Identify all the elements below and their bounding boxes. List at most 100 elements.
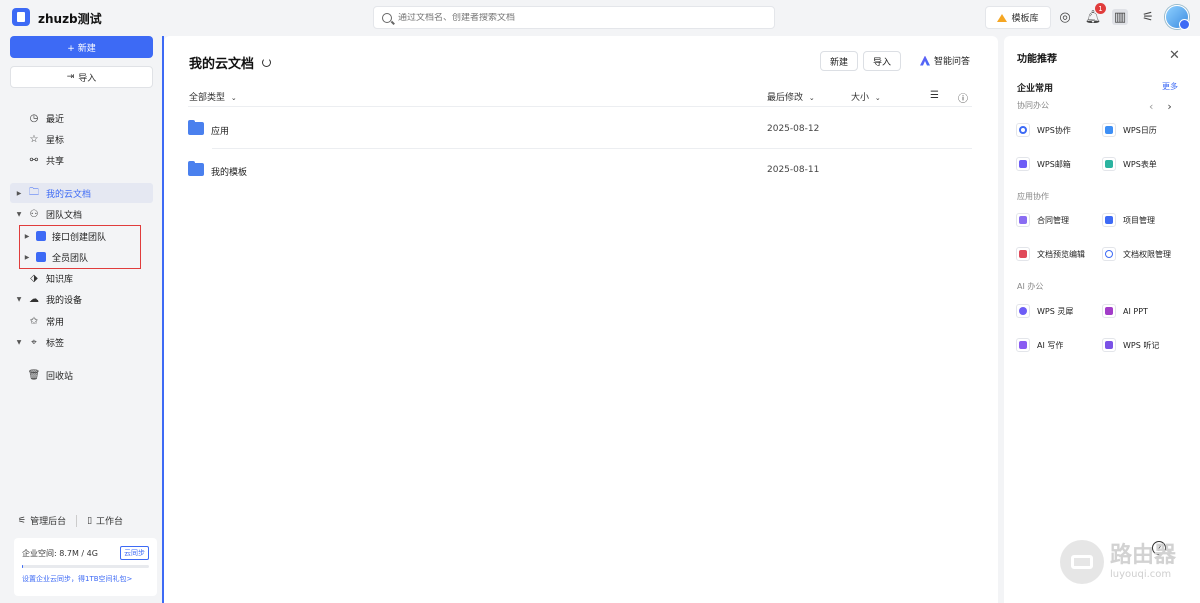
sidebar-item-frequent[interactable]: ✩ 常用 bbox=[10, 311, 153, 331]
tile-ai-writing[interactable]: AI 写作 bbox=[1014, 334, 1092, 356]
bottom-links: ⚟ 管理后台 ▯ 工作台 bbox=[18, 514, 123, 527]
view-settings-icon[interactable]: ☰ bbox=[930, 90, 939, 101]
ai-assistant-icon[interactable]: ◎ bbox=[1057, 9, 1073, 25]
ai-logo-icon bbox=[920, 55, 930, 66]
panel-toggle-icon[interactable]: ▥ bbox=[1112, 9, 1128, 25]
new-doc-button[interactable]: 新建 bbox=[820, 51, 858, 71]
page-title: 我的云文档 bbox=[189, 53, 272, 72]
storage-promo-link[interactable]: 设置企业云同步，得1TB空间礼包> bbox=[22, 574, 149, 584]
table-row[interactable]: 我的模板 2025-08-11 bbox=[188, 149, 972, 189]
sidebar-item-label: 星标 bbox=[46, 135, 65, 146]
watermark-cn: 路由器 bbox=[1110, 542, 1177, 568]
storage-text: 企业空间: 8.7M / 4G bbox=[22, 548, 98, 558]
chevron-left-icon[interactable]: ‹ bbox=[1149, 100, 1167, 113]
ai-ppt-icon bbox=[1102, 304, 1116, 318]
tile-wps-form[interactable]: WPS表单 bbox=[1100, 153, 1178, 175]
smart-qa-button[interactable]: 智能问答 bbox=[920, 54, 970, 67]
tile-wps-tingji[interactable]: WPS 听记 bbox=[1100, 334, 1178, 356]
tile-icon-swatch bbox=[1105, 160, 1113, 168]
tile-icon-swatch bbox=[1105, 216, 1113, 224]
workbench-icon: ▯ bbox=[87, 515, 93, 526]
template-library-icon bbox=[997, 13, 1008, 22]
wps-mail-icon bbox=[1016, 157, 1030, 171]
sidebar-item-tags[interactable]: ▼ ⌖ 标签 bbox=[10, 332, 153, 352]
tile-wps-mail[interactable]: WPS邮箱 bbox=[1014, 153, 1092, 175]
watermark-logo: 路由器 luyouqi.com bbox=[1060, 540, 1176, 584]
tile-contract-mgmt[interactable]: 合同管理 bbox=[1014, 209, 1092, 231]
new-button[interactable]: + 新建 bbox=[10, 36, 153, 58]
tile-wps-collab[interactable]: WPS协作 bbox=[1014, 119, 1092, 141]
settings-sliders-icon[interactable]: ⚟ bbox=[1140, 9, 1156, 25]
left-sidebar: + 新建 ⇥ 导入 ◷ 最近 ☆ 星标 ⚯ 共享 ▶ 🗀︎ 我的云文档 ▼ ⚇ 团队… bbox=[0, 36, 162, 603]
sort-modified-header[interactable]: 最后修改 ⌄ bbox=[767, 90, 815, 103]
cloud-sync-button[interactable]: 云同步 bbox=[120, 546, 149, 560]
tile-doc-permission-mgmt[interactable]: 文档权限管理 bbox=[1100, 243, 1192, 265]
tile-project-mgmt[interactable]: 项目管理 bbox=[1100, 209, 1178, 231]
tile-label: WPS 听记 bbox=[1123, 340, 1160, 350]
template-library-button[interactable]: 模板库 bbox=[985, 6, 1051, 29]
sidebar-item-my-cloud-docs[interactable]: ▶ 🗀︎ 我的云文档 bbox=[10, 183, 153, 203]
tile-wps-calendar[interactable]: WPS日历 bbox=[1100, 119, 1178, 141]
tile-icon-swatch bbox=[1019, 126, 1027, 134]
tile-label: 合同管理 bbox=[1037, 215, 1069, 225]
sidebar-item-team-docs[interactable]: ▼ ⚇ 团队文档 bbox=[10, 204, 153, 224]
admin-link[interactable]: ⚟ 管理后台 bbox=[18, 514, 66, 528]
size-header-label: 大小 bbox=[851, 93, 870, 103]
tile-wps-lingxi[interactable]: WPS 灵犀 bbox=[1014, 300, 1092, 322]
sidebar-item-trash[interactable]: 🗑︎ 回收站 bbox=[10, 365, 153, 385]
sidebar-item-label: 团队文档 bbox=[46, 210, 83, 221]
import-doc-button[interactable]: 导入 bbox=[863, 51, 901, 71]
watermark-en: luyouqi.com bbox=[1110, 568, 1172, 580]
modified-header-label: 最后修改 bbox=[767, 93, 804, 103]
sidebar-item-label: 知识库 bbox=[46, 274, 74, 285]
pin-icon: ✩ bbox=[29, 315, 39, 327]
top-bar: zhuzb测试 模板库 ◎ 🔔︎ 1 ▥ ⚟ bbox=[0, 0, 1200, 36]
import-label: 导入 bbox=[78, 73, 97, 84]
subsection-title: 协同办公 bbox=[1017, 101, 1049, 110]
sidebar-item-knowledge-base[interactable]: ⬗ 知识库 bbox=[10, 268, 153, 288]
import-button[interactable]: ⇥ 导入 bbox=[10, 66, 153, 88]
user-avatar[interactable] bbox=[1165, 5, 1190, 30]
tile-icon-swatch bbox=[1019, 160, 1027, 168]
section-title: 企业常用 bbox=[1017, 84, 1054, 94]
search-input[interactable] bbox=[398, 12, 758, 23]
tile-label: 文档权限管理 bbox=[1123, 249, 1171, 259]
tile-icon-swatch bbox=[1019, 341, 1027, 349]
sidebar-item-recent[interactable]: ◷ 最近 bbox=[10, 108, 153, 128]
ai-writing-icon bbox=[1016, 338, 1030, 352]
collapse-caret-icon[interactable]: ▼ bbox=[14, 211, 24, 218]
team-icon: ⚇ bbox=[29, 208, 39, 220]
divider bbox=[76, 514, 78, 527]
search-box[interactable] bbox=[373, 6, 775, 29]
sidebar-item-label: 常用 bbox=[46, 317, 65, 328]
tile-doc-preview-edit[interactable]: 文档预览编辑 bbox=[1014, 243, 1100, 265]
tile-ai-ppt[interactable]: AI PPT bbox=[1100, 300, 1178, 322]
refresh-icon[interactable] bbox=[262, 58, 272, 67]
sidebar-item-my-devices[interactable]: ▼ ☁ 我的设备 bbox=[10, 289, 153, 309]
type-filter-dropdown[interactable]: 全部类型 ⌄ bbox=[189, 90, 237, 103]
table-row[interactable]: 应用 2025-08-12 bbox=[188, 108, 972, 149]
tile-label: 项目管理 bbox=[1123, 215, 1155, 225]
header-divider bbox=[188, 106, 972, 107]
close-icon[interactable]: ✕ bbox=[1169, 48, 1180, 63]
info-icon[interactable]: ⓘ bbox=[958, 90, 968, 105]
tile-label: WPS协作 bbox=[1037, 125, 1071, 135]
expand-caret-icon[interactable]: ▶ bbox=[14, 190, 24, 197]
collapse-caret-icon[interactable]: ▼ bbox=[14, 296, 24, 303]
share-icon: ⚯ bbox=[29, 154, 39, 166]
sort-size-header[interactable]: 大小 ⌄ bbox=[851, 90, 881, 103]
sidebar-item-shared[interactable]: ⚯ 共享 bbox=[10, 150, 153, 170]
sidebar-item-starred[interactable]: ☆ 星标 bbox=[10, 129, 153, 149]
wps-tingji-icon bbox=[1102, 338, 1116, 352]
doc-permission-icon bbox=[1102, 247, 1116, 261]
app-logo-icon bbox=[12, 8, 30, 26]
collapse-caret-icon[interactable]: ▼ bbox=[14, 339, 24, 346]
tile-icon-swatch bbox=[1019, 250, 1027, 258]
wps-collab-icon bbox=[1016, 123, 1030, 137]
feature-recommend-panel: 功能推荐 ✕ 企业常用 更多 协同办公 ‹› WPS协作 WPS日历 WPS邮箱… bbox=[1004, 36, 1200, 603]
tile-label: 文档预览编辑 bbox=[1037, 249, 1085, 259]
sidebar-item-label: 我的云文档 bbox=[46, 189, 92, 200]
more-link[interactable]: 更多 bbox=[1162, 81, 1178, 92]
chevron-right-icon[interactable]: › bbox=[1167, 100, 1185, 113]
workbench-link[interactable]: ▯ 工作台 bbox=[87, 514, 123, 528]
